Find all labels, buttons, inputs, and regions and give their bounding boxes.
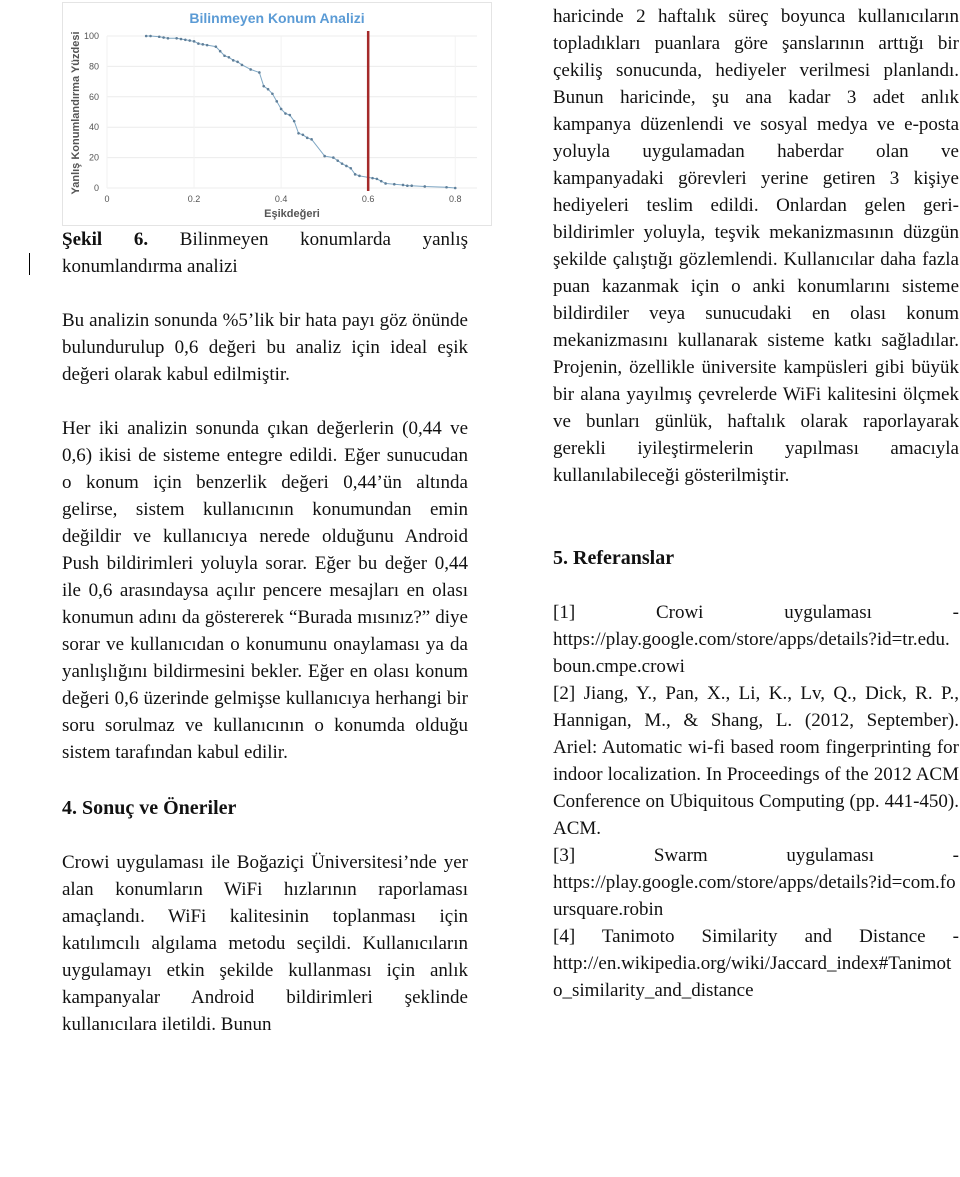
data-point (175, 36, 178, 40)
data-point (353, 173, 357, 176)
data-point (144, 34, 148, 38)
data-point (223, 54, 226, 58)
figure-caption: Şekil 6. Bilinmeyen konumlarda yanlış ko… (62, 226, 468, 280)
data-point (345, 164, 348, 168)
data-point (201, 43, 205, 46)
paragraph: haricinde 2 haftalık süreç boyunca kulla… (553, 6, 959, 486)
data-point (188, 39, 192, 42)
x-tick-label: 0.6 (362, 194, 375, 204)
data-point (205, 43, 209, 47)
data-point (214, 45, 218, 48)
data-point (453, 186, 457, 190)
data-point (323, 154, 326, 158)
y-tick-label: 60 (89, 92, 99, 102)
y-tick-label: 0 (94, 183, 99, 193)
reference-item: [2] Jiang, Y., Pan, X., Li, K., Lv, Q., … (553, 680, 959, 842)
data-point (284, 112, 287, 115)
reference-item: [4] Tanimoto Similarity and Distance - ht… (553, 923, 959, 1004)
data-point (179, 37, 183, 41)
reference-link[interactable]: https://play.google.com/store/apps/detai… (553, 626, 959, 680)
reference-link[interactable]: https://play.google.com/store/apps/detai… (553, 869, 959, 923)
figure-chart: 0 20 40 60 80 100 0 0.2 0.4 0.6 0.8 Bilinmeyen Konu… (62, 2, 492, 226)
reference-link[interactable]: http://en.wikipedia.org/wiki/Jaccard_ind… (553, 950, 959, 1004)
section-heading: 5. Referanslar (553, 547, 675, 569)
data-point (271, 92, 274, 96)
data-point (197, 42, 200, 45)
data-point (406, 184, 409, 188)
reference-item: [1] Crowi uygulaması - https://play.googl… (553, 599, 959, 680)
data-point (310, 138, 313, 141)
data-point (358, 174, 361, 178)
right-column: haricinde 2 haftalık süreç boyunca kulla… (553, 3, 959, 1004)
data-point (279, 107, 283, 111)
data-point (340, 162, 344, 165)
data-point (262, 84, 266, 88)
data-point (266, 87, 270, 91)
y-tick-label: 20 (89, 153, 99, 163)
x-axis-label: Eşikdeğeri (264, 208, 320, 220)
x-tick-label: 0.2 (188, 194, 201, 204)
y-tick-label: 40 (89, 122, 99, 132)
chart-title: Bilinmeyen Konum Analizi (189, 10, 364, 26)
data-point (423, 185, 427, 188)
data-point (349, 166, 353, 170)
reference-list: [1] Crowi uygulaması - https://play.googl… (553, 599, 959, 1004)
x-tick-label: 0 (104, 194, 109, 204)
data-point (445, 185, 448, 189)
data-point (332, 156, 335, 159)
data-point (249, 68, 252, 71)
data-point (401, 183, 405, 187)
data-point (184, 38, 187, 42)
text-cursor (29, 253, 30, 275)
data-point (371, 176, 374, 180)
data-point (379, 179, 383, 183)
caption-label: Şekil 6. (62, 229, 149, 250)
data-point (218, 49, 222, 53)
paragraph: Crowi uygulaması ile Boğaziçi Üniversite… (62, 852, 468, 1035)
data-point (384, 182, 387, 185)
y-axis-label: Yanlış Konumlandırma Yüzdesi (70, 31, 82, 194)
data-point (392, 182, 396, 186)
data-point (166, 36, 170, 40)
data-point (375, 177, 379, 181)
series-line (146, 35, 456, 189)
data-point (157, 35, 161, 39)
reference-text: [4] Tanimoto Similarity and Distance - (553, 926, 959, 947)
data-point (410, 184, 414, 188)
data-point (336, 159, 340, 162)
data-point (149, 34, 152, 38)
reference-text: [1] Crowi uygulaması - (553, 602, 959, 623)
data-point (236, 60, 239, 64)
data-point (292, 119, 296, 123)
data-point (192, 40, 196, 43)
left-column: Şekil 6. Bilinmeyen konumlarda yanlış ko… (62, 226, 468, 1038)
data-point (275, 100, 279, 103)
paragraph: Bu analizin sonunda %5’lik bir hata payı… (62, 310, 468, 385)
reference-text: [2] Jiang, Y., Pan, X., Li, K., Lv, Q., … (553, 683, 959, 839)
y-tick-label: 80 (89, 61, 99, 71)
data-point (258, 71, 261, 74)
paragraph: Her iki analizin sonunda çıkan değerleri… (62, 418, 468, 763)
data-point (240, 63, 244, 67)
y-tick-label: 100 (84, 31, 99, 41)
data-point (288, 113, 292, 117)
x-tick-label: 0.8 (449, 194, 462, 204)
data-point (301, 133, 305, 137)
reference-item: [3] Swarm uygulaması - https://play.googl… (553, 842, 959, 923)
chart-svg: 0 20 40 60 80 100 0 0.2 0.4 0.6 0.8 Bilinmeyen Konu… (70, 10, 477, 220)
data-point (297, 131, 300, 135)
data-point (162, 36, 165, 39)
data-point (227, 55, 231, 59)
data-point (231, 59, 235, 62)
x-tick-label: 0.4 (275, 194, 288, 204)
data-point (305, 136, 309, 140)
reference-text: [3] Swarm uygulaması - (553, 845, 959, 866)
section-heading: 4. Sonuç ve Öneriler (62, 797, 237, 819)
